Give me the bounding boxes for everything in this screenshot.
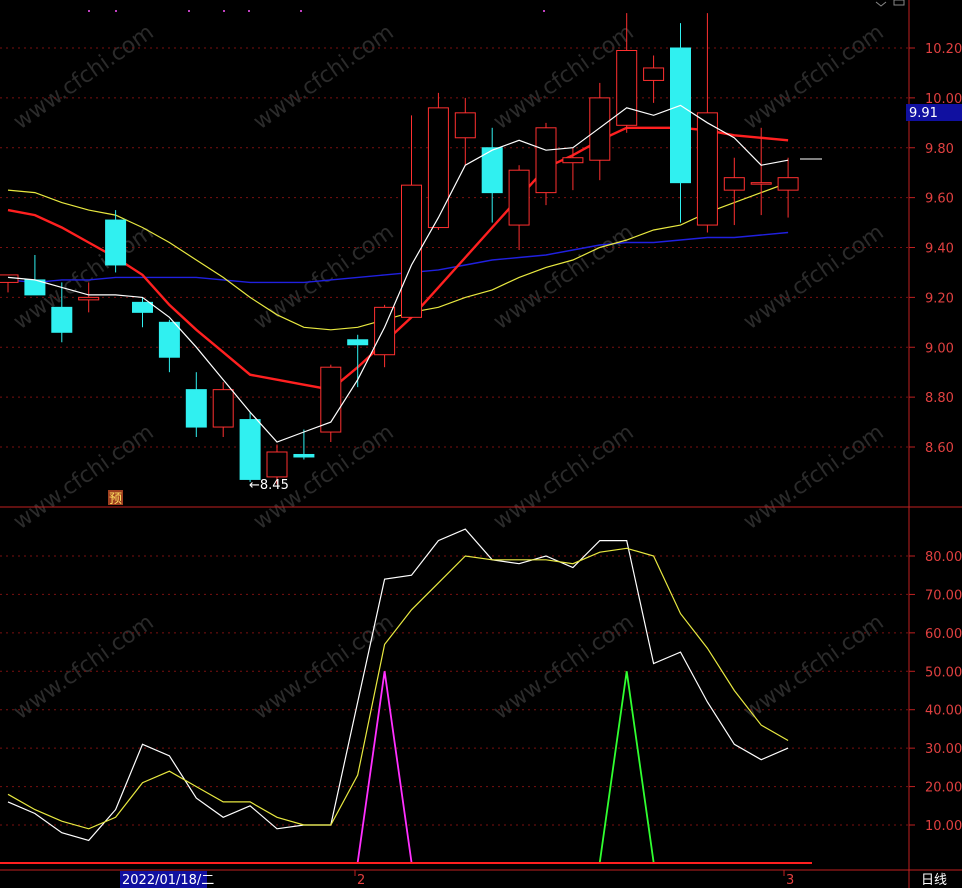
candle-body [105,219,127,266]
price-tick-label: 9.60 [925,192,954,207]
indicator-lines [7,528,789,842]
candle-body [293,453,315,458]
indicator-tick-label: 10.00 [925,819,962,834]
indicator-tick-label: 60.00 [925,627,962,642]
price-tick-label: 9.00 [925,341,954,356]
candle-body [374,306,396,356]
candle[interactable] [185,372,207,438]
candle[interactable] [105,210,127,273]
watermark-text: www.cfchi.com [489,610,638,725]
watermark-text: www.cfchi.com [739,420,888,535]
candle[interactable] [401,115,422,318]
candle-body [723,177,745,191]
indicator-signal [356,671,413,864]
date-marker[interactable]: 2022/01/18/二 [120,871,214,888]
svg-text:预: 预 [109,492,122,507]
candle-body [670,47,691,184]
watermark-text: www.cfchi.com [9,420,158,535]
candle-body [777,177,799,191]
candle[interactable] [508,165,530,250]
watermark-text: www.cfchi.com [249,610,398,725]
candle[interactable] [589,82,611,181]
candle-body [239,419,261,480]
indicator-axis-ticks: 80.00 70.00 60.00 50.00 40.00 30.00 20.00 10.00 [909,550,962,834]
candle-body [347,339,369,346]
candle[interactable] [454,97,476,166]
candle[interactable] [212,382,234,438]
candle[interactable] [481,127,503,223]
candle-body [454,112,476,139]
watermark-text: www.cfchi.com [489,420,638,535]
candle-body [401,184,422,318]
svg-text:2022/01/18/二: 2022/01/18/二 [122,873,214,888]
watermark-text: www.cfchi.com [739,220,888,335]
candle-body [589,97,611,161]
watermark-text: www.cfchi.com [739,20,888,135]
indicator-tick-label: 30.00 [925,742,962,757]
month-label-2: 2 [357,873,365,888]
candle-body [696,112,718,226]
corner-icon[interactable] [875,0,905,7]
candle[interactable] [562,147,584,191]
watermark-text: www.cfchi.com [249,20,398,135]
candle[interactable] [750,127,772,216]
indicator-tick-label: 50.00 [925,665,962,680]
period-label[interactable]: 日线 [921,873,947,888]
indicator-tick-label: 20.00 [925,781,962,796]
price-tick-label: 9.20 [925,291,954,306]
candle-body [427,107,449,229]
low-price-note: ←8.45 [249,478,289,493]
candle[interactable] [670,23,691,223]
price-tick-label: 9.80 [925,142,954,157]
candle-body [508,169,530,226]
candle[interactable] [158,319,180,373]
indicator-tick-label: 80.00 [925,550,962,565]
watermark-text: www.cfchi.com [739,610,888,725]
price-tick-label: 9.40 [925,242,954,257]
candle-body [212,389,234,428]
candle-body [158,321,180,358]
candle-body [266,451,288,478]
candle[interactable] [374,304,396,368]
candles[interactable] [0,13,799,485]
candle-body [643,67,665,81]
candle-body [78,296,100,301]
candle-body [185,389,207,428]
indicator-line [7,528,789,842]
watermark-text: www.cfchi.com [9,610,158,725]
candle-body [562,157,584,164]
indicator-tick-label: 70.00 [925,588,962,603]
candle[interactable] [777,157,799,218]
watermark-text: www.cfchi.com [489,220,638,335]
indicator-tick-label: 40.00 [925,704,962,719]
candle[interactable] [643,55,665,103]
month-label-3: 3 [786,873,794,888]
current-price-box: 9.91 [906,104,962,121]
forecast-tag: 预 [108,490,123,507]
watermark-text: www.cfchi.com [489,20,638,135]
candle[interactable] [535,122,557,206]
current-price-label: 9.91 [909,106,938,121]
price-tick-label: 10.20 [925,42,962,57]
candle[interactable] [239,412,261,482]
watermark-text: www.cfchi.com [9,20,158,135]
candle[interactable] [723,157,745,226]
price-tick-label: 8.80 [925,391,954,406]
candle[interactable] [427,92,449,231]
candle-body [132,301,153,313]
stock-chart: www.cfchi.com www.cfchi.com www.cfchi.com w… [0,0,962,888]
candle[interactable] [24,254,46,296]
candle-body [535,127,557,194]
candle-body [750,182,772,185]
indicator-signal [598,671,655,864]
top-markers [88,10,545,12]
candle[interactable] [320,364,342,443]
candle-body [51,306,73,333]
candle-body [616,49,638,126]
price-tick-label: 8.60 [925,441,954,456]
